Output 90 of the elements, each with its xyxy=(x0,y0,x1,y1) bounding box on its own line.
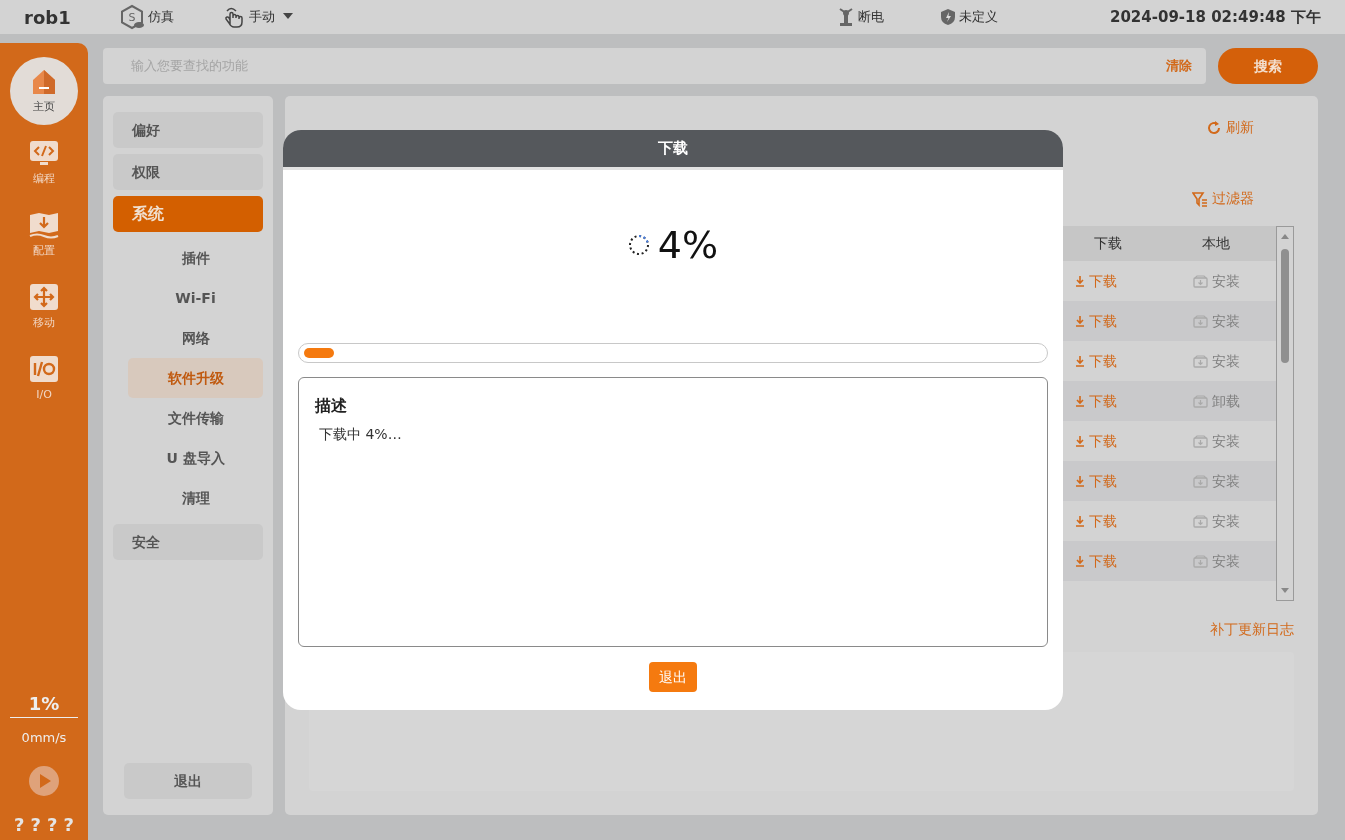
status-mark: ? xyxy=(14,813,25,837)
submenu-item[interactable]: 文件传输 xyxy=(128,398,263,438)
install-button[interactable]: 安装 xyxy=(1193,470,1240,492)
patch-log-link[interactable]: 补丁更新日志 xyxy=(1210,619,1294,640)
status-mark: ? xyxy=(63,813,74,837)
download-link[interactable]: 下载 xyxy=(1075,350,1117,372)
filter-icon xyxy=(1192,190,1208,207)
code-screen-icon xyxy=(29,138,59,167)
status-mark: ? xyxy=(30,813,41,837)
status-mark: ? xyxy=(47,813,58,837)
speed-reading: 0mm/s xyxy=(21,728,67,747)
io-icon xyxy=(29,354,59,383)
settings-menu-item[interactable]: 偏好 xyxy=(113,112,263,148)
spinner-icon xyxy=(627,234,650,256)
tray-icon xyxy=(1193,514,1208,528)
submenu-item[interactable]: 清理 xyxy=(128,478,263,518)
tray-icon xyxy=(1193,474,1208,488)
description-title: 描述 xyxy=(315,395,348,417)
install-button[interactable]: 安装 xyxy=(1193,270,1240,292)
control-label: 手动 xyxy=(248,8,275,27)
column-header: 本地 xyxy=(1201,234,1231,253)
progress-percent: 4% xyxy=(657,221,719,269)
install-button[interactable]: 卸载 xyxy=(1193,390,1240,412)
refresh-button[interactable]: 刷新 xyxy=(1206,117,1254,138)
download-link[interactable]: 下载 xyxy=(1075,270,1117,292)
submenu-item[interactable]: U 盘导入 xyxy=(128,438,263,478)
install-button[interactable]: 安装 xyxy=(1193,310,1240,332)
exit-button[interactable]: 退出 xyxy=(124,763,252,799)
move-arrows-icon xyxy=(29,282,59,311)
download-icon xyxy=(1075,275,1085,287)
install-button[interactable]: 安装 xyxy=(1193,430,1240,452)
control-mode-dropdown[interactable]: 手动 xyxy=(221,5,298,29)
safety-status: 未定义 xyxy=(959,8,998,27)
nav-item[interactable]: 编程 xyxy=(10,129,78,197)
submenu-item[interactable]: 软件升级 xyxy=(128,358,263,398)
robot-name: rob1 xyxy=(24,5,71,30)
map-download-icon xyxy=(29,210,59,239)
submenu-item[interactable]: Wi-Fi xyxy=(128,278,263,318)
settings-menu-item[interactable]: 系统 xyxy=(113,196,263,232)
settings-menu-item[interactable]: 安全 xyxy=(113,524,263,560)
search-button[interactable]: 搜索 xyxy=(1218,48,1318,84)
clear-button[interactable]: 清除 xyxy=(1166,56,1192,76)
tray-icon xyxy=(1193,354,1208,368)
exit-button[interactable]: 退出 xyxy=(649,662,697,692)
install-button[interactable]: 安装 xyxy=(1193,350,1240,372)
scroll-up-icon xyxy=(1281,234,1289,239)
date-time: 2024-09-18 02:49:48 下午 xyxy=(1110,6,1321,28)
submenu-item[interactable]: 插件 xyxy=(128,238,263,278)
robot-arm-icon xyxy=(837,7,855,27)
install-button[interactable]: 安装 xyxy=(1193,550,1240,572)
play-icon xyxy=(28,765,60,797)
download-icon xyxy=(1075,395,1085,407)
play-button[interactable] xyxy=(28,765,60,797)
download-link[interactable]: 下载 xyxy=(1075,390,1117,412)
shield-icon xyxy=(940,8,956,26)
tray-icon xyxy=(1193,314,1208,328)
download-link[interactable]: 下载 xyxy=(1075,310,1117,332)
submenu-item[interactable]: 网络 xyxy=(128,318,263,358)
download-icon xyxy=(1075,315,1085,327)
power-status: 断电 xyxy=(858,8,884,27)
settings-menu-item[interactable]: 权限 xyxy=(113,154,263,190)
scroll-down-icon xyxy=(1281,588,1289,593)
download-link[interactable]: 下载 xyxy=(1075,470,1117,492)
tray-icon xyxy=(1193,434,1208,448)
tray-icon xyxy=(1193,274,1208,288)
install-button[interactable]: 安装 xyxy=(1193,510,1240,532)
nav-item[interactable]: 移动 xyxy=(10,273,78,341)
download-icon xyxy=(1075,555,1085,567)
filter-button[interactable]: 过滤器 xyxy=(1192,188,1254,209)
mode-label: 仿真 xyxy=(147,8,174,27)
speed-percent: 1% xyxy=(10,689,78,718)
nav-item[interactable]: 配置 xyxy=(10,201,78,269)
download-link[interactable]: 下载 xyxy=(1075,550,1117,572)
description-text: 下载中 4%… xyxy=(318,425,403,444)
tray-icon xyxy=(1193,394,1208,408)
download-link[interactable]: 下载 xyxy=(1075,510,1117,532)
download-icon xyxy=(1075,355,1085,367)
scrollbar[interactable] xyxy=(1276,226,1294,601)
column-header: 下载 xyxy=(1093,234,1123,253)
download-icon xyxy=(1075,475,1085,487)
download-icon xyxy=(1075,435,1085,447)
nav-item[interactable]: 主页 xyxy=(10,57,78,125)
dialog-title: 下载 xyxy=(283,130,1063,170)
refresh-icon xyxy=(1206,119,1222,136)
hexagon-s-icon: S xyxy=(118,4,145,30)
nav-item[interactable]: I/O xyxy=(10,345,78,413)
download-icon xyxy=(1075,515,1085,527)
tray-icon xyxy=(1193,554,1208,568)
scroll-thumb[interactable] xyxy=(1281,249,1289,363)
download-link[interactable]: 下载 xyxy=(1075,430,1117,452)
